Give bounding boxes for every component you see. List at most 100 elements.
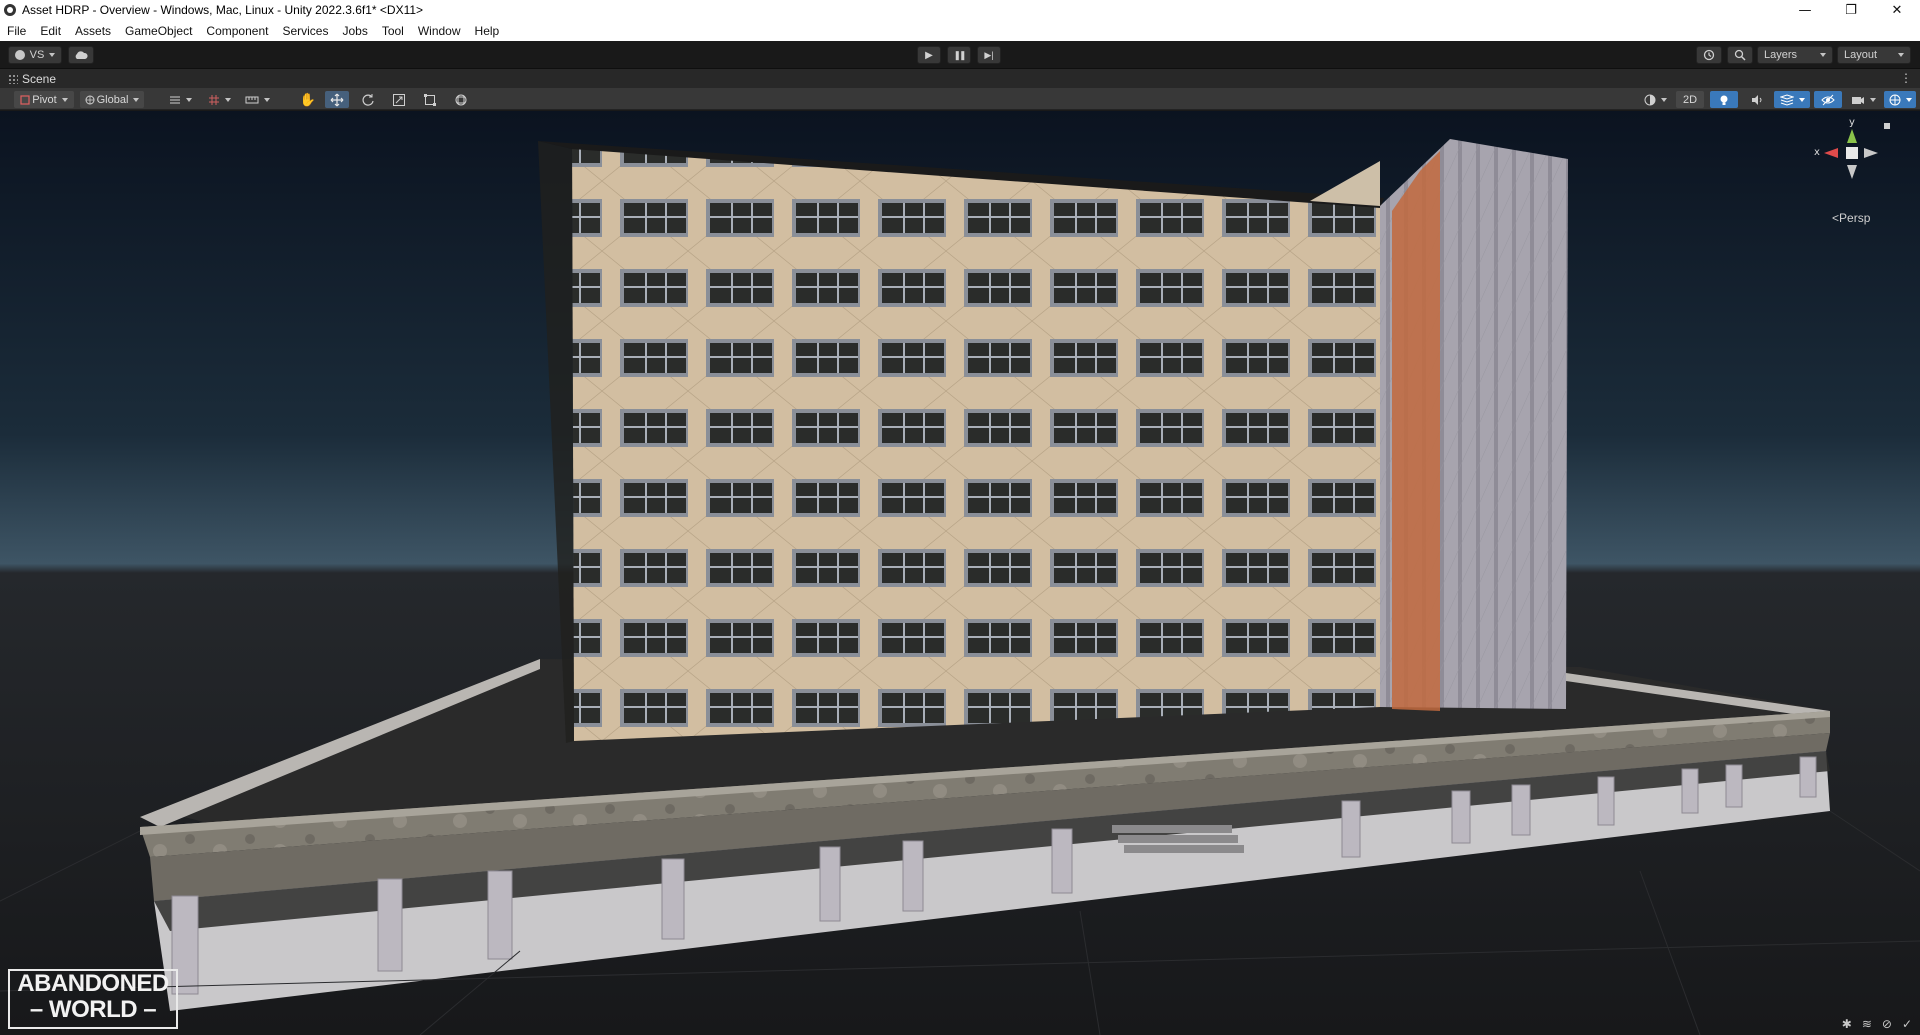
search-icon [1734,49,1746,61]
layers-overlay-icon[interactable]: ≋ [1862,1017,1872,1031]
menu-tool[interactable]: Tool [375,24,411,38]
minimize-button[interactable]: — [1782,0,1828,20]
logo-line-1: ABANDONED [17,970,169,997]
globe-icon [85,95,95,104]
scene-render [0,111,1920,1035]
menu-file[interactable]: File [0,24,33,38]
audio-icon [1752,94,1762,105]
menu-help[interactable]: Help [468,24,507,38]
chevron-down-icon [61,97,68,102]
chevron-down-icon [1820,53,1826,57]
logo-line-2: – WORLD – [29,996,157,1023]
gizmo-y-label: y [1849,117,1855,128]
window-title: Asset HDRP - Overview - Windows, Mac, Li… [22,3,424,17]
hand-tool-button[interactable]: ✋ [296,91,320,108]
tab-scene[interactable]: Scene [22,72,56,86]
account-icon [14,50,25,60]
transform-icon [455,94,467,105]
rect-tool-button[interactable] [418,91,442,108]
chevron-down-icon [263,97,270,102]
orientation-gizmo[interactable]: x y <Persp [1812,117,1892,225]
layers-dropdown[interactable]: Layers [1757,46,1833,64]
draw-mode-dropdown[interactable] [1640,91,1670,108]
more-menu-icon[interactable]: ⋮ [1900,71,1912,85]
step-icon: ▶| [984,49,994,60]
scene-toolbar: Pivot Global ✋ 2D [0,88,1920,110]
pause-icon: ❚❚ [953,49,966,60]
play-button[interactable]: ▶ [917,46,941,64]
scale-icon [393,93,405,106]
gizmos-dropdown[interactable] [1884,91,1916,108]
play-icon: ▶ [925,49,933,61]
visibility-overlay-icon[interactable]: ⊘ [1882,1017,1892,1031]
logo-line-2-text: WORLD [48,996,138,1023]
history-button[interactable] [1696,46,1722,64]
lock-icon[interactable] [1884,123,1890,129]
ruler-icon [245,96,258,103]
camera-settings-dropdown[interactable] [1846,91,1880,108]
grid-view-icon [169,96,180,103]
tools-overlay-icon[interactable]: ✱ [1842,1017,1852,1031]
pivot-dropdown[interactable]: Pivot [14,91,74,108]
eye-slash-icon [1821,94,1835,105]
search-button[interactable] [1727,46,1753,64]
projection-label: Persp [1839,211,1871,225]
hand-icon: ✋ [299,91,317,107]
mode-2d-label: 2D [1682,93,1698,106]
account-dropdown[interactable]: VS [8,46,62,64]
history-icon [1703,49,1715,61]
restore-button[interactable]: ❐ [1828,0,1874,20]
chevron-down-icon [224,97,231,102]
projection-chevron-icon: < [1832,211,1840,225]
grid-snap-icon [208,94,219,105]
gizmo-globe-icon [1889,94,1900,105]
menu-bar: File Edit Assets GameObject Component Se… [0,20,1920,41]
menu-gameobject[interactable]: GameObject [118,24,199,38]
menu-assets[interactable]: Assets [68,24,118,38]
unity-logo-icon [4,4,16,16]
transform-tool-button[interactable] [449,91,473,108]
menu-component[interactable]: Component [199,24,275,38]
pivot-label: Pivot [32,93,57,106]
projection-toggle[interactable]: <Persp [1832,211,1892,225]
layers-label: Layers [1764,49,1798,61]
global-label: Global [96,93,129,106]
layout-label: Layout [1844,49,1878,61]
scene-visibility-toggle[interactable] [1814,91,1842,108]
menu-window[interactable]: Window [411,24,468,38]
camera-icon [1851,96,1864,104]
chevron-down-icon [49,53,56,57]
account-label: VS [29,49,45,61]
increment-snap-dropdown[interactable] [240,91,274,108]
layout-dropdown[interactable]: Layout [1837,46,1911,64]
step-button[interactable]: ▶| [977,46,1001,64]
pivot-icon [20,94,30,105]
check-overlay-icon[interactable]: ✓ [1902,1017,1912,1031]
scene-viewport[interactable]: x y <Persp ABANDONED – WORLD – ✱ ≋ ⊘ ✓ [0,111,1920,1035]
view-options-dropdown[interactable] [164,91,196,108]
menu-jobs[interactable]: Jobs [335,24,374,38]
chevron-down-icon [1905,97,1912,102]
global-dropdown[interactable]: Global [80,91,144,108]
title-bar: Asset HDRP - Overview - Windows, Mac, Li… [0,0,1920,20]
effects-dropdown[interactable] [1774,91,1810,108]
menu-services[interactable]: Services [275,24,335,38]
mode-2d-toggle[interactable]: 2D [1676,91,1704,108]
chevron-down-icon [185,97,192,102]
move-tool-button[interactable] [325,91,349,108]
chevron-down-icon [1660,97,1667,102]
rotate-tool-button[interactable] [356,91,380,108]
chevron-down-icon [133,97,140,102]
scene-overlay-icons: ✱ ≋ ⊘ ✓ [1842,1017,1912,1031]
cloud-button[interactable] [68,46,94,64]
effects-icon [1779,93,1794,106]
close-button[interactable]: ✕ [1874,0,1920,20]
menu-edit[interactable]: Edit [33,24,68,38]
grid-snap-dropdown[interactable] [202,91,236,108]
pause-button[interactable]: ❚❚ [947,46,971,64]
chevron-down-icon [1898,53,1904,57]
audio-toggle[interactable] [1744,91,1770,108]
light-bulb-icon [1720,95,1728,105]
scale-tool-button[interactable] [387,91,411,108]
lighting-toggle[interactable] [1710,91,1738,108]
